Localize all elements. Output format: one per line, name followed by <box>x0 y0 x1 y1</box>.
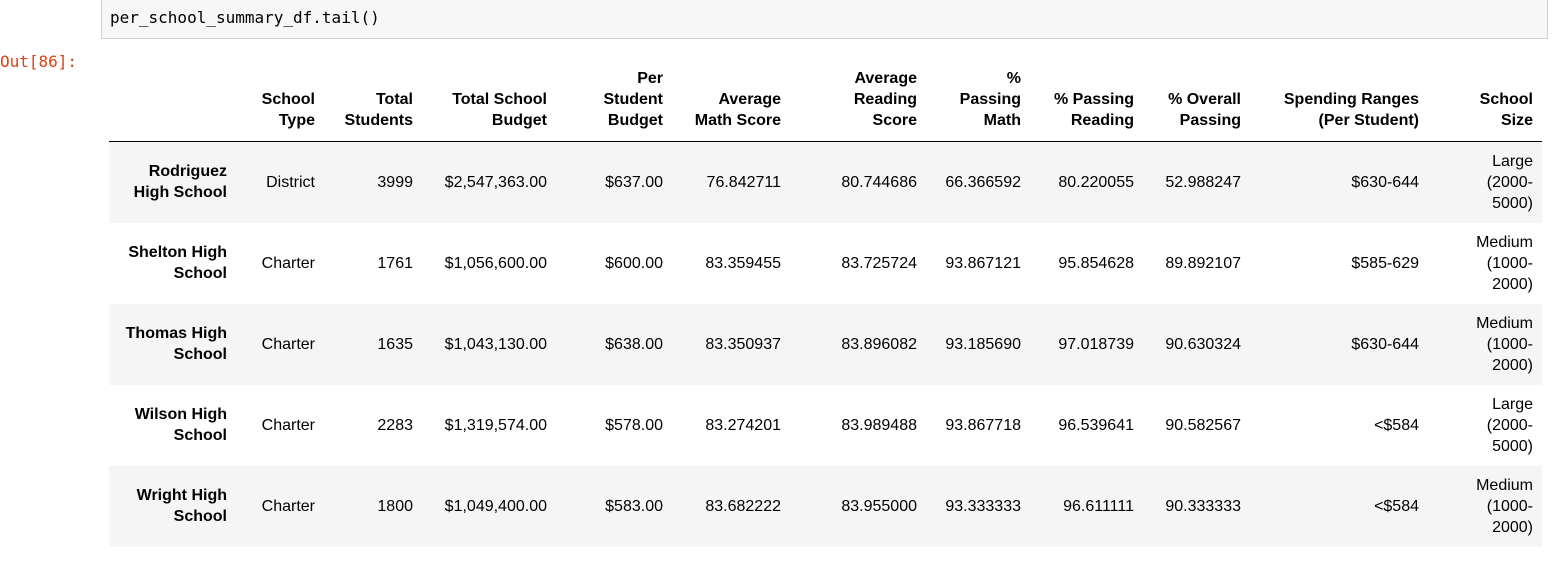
cell-avg-math: 83.274201 <box>705 416 781 434</box>
cell-pct-reading: 96.611111 <box>1063 497 1134 515</box>
cell-school-type: District <box>266 173 315 191</box>
cell-pct-math: 93.867718 <box>945 416 1021 434</box>
col-header-label: Per Student Budget <box>603 70 663 129</box>
row-index: Wilson High School <box>134 406 227 444</box>
cell-total-students: 1761 <box>377 254 413 272</box>
cell-school-type: Charter <box>261 335 315 353</box>
col-header-label: School Type <box>261 91 315 129</box>
header-row: School Type Total Students Total School … <box>109 68 1542 142</box>
col-header-label: School Size <box>1479 91 1533 129</box>
cell-per-student-budget: $578.00 <box>605 416 663 434</box>
cell-pct-reading: 96.539641 <box>1058 416 1134 434</box>
cell-pct-math: 93.333333 <box>945 497 1021 515</box>
row-index: Rodriguez High School <box>133 163 227 202</box>
cell-total-budget: $1,319,574.00 <box>444 416 547 434</box>
cell-per-student-budget: $638.00 <box>605 335 663 353</box>
table-row: Thomas High School Charter 1635 $1,043,1… <box>109 303 1542 385</box>
cell-total-students: 3999 <box>377 173 413 191</box>
cell-avg-reading: 83.896082 <box>841 335 917 353</box>
cell-pct-overall: 89.892107 <box>1165 254 1241 272</box>
cell-school-type: Charter <box>261 254 315 272</box>
cell-school-size-text: Large (2000-5000) <box>1486 395 1533 455</box>
table-row: Wilson High School Charter 2283 $1,319,5… <box>109 385 1542 466</box>
cell-total-budget: $1,049,400.00 <box>444 497 547 515</box>
cell-avg-math: 83.359455 <box>705 254 781 272</box>
cell-spending-range: $630-644 <box>1351 173 1419 191</box>
cell-school-size-text: Medium (1000-2000) <box>1476 314 1533 374</box>
row-index: Thomas High School <box>125 325 227 363</box>
col-header-label: Total Students <box>344 91 413 129</box>
col-header-school-type: School Type <box>236 68 324 142</box>
cell-avg-reading: 83.989488 <box>841 416 917 434</box>
col-header-school-size: School Size <box>1428 68 1542 142</box>
cell-total-students: 1635 <box>377 335 413 353</box>
cell-school-type: Charter <box>261 416 315 434</box>
summary-table: School Type Total Students Total School … <box>109 68 1542 547</box>
cell-avg-reading: 83.725724 <box>841 254 917 272</box>
col-header-total-students: Total Students <box>324 68 422 142</box>
col-header-spending-ranges: Spending Ranges (Per Student) <box>1250 68 1428 142</box>
cell-pct-overall: 90.630324 <box>1165 335 1241 353</box>
cell-total-students: 2283 <box>377 416 413 434</box>
col-header-label: Total School Budget <box>452 91 547 129</box>
cell-school-type: Charter <box>261 497 315 515</box>
cell-school-size: Medium (1000-2000) <box>1428 223 1542 304</box>
cell-per-student-budget: $600.00 <box>605 254 663 272</box>
cell-pct-reading: 80.220055 <box>1058 173 1134 191</box>
col-header-total-budget: Total School Budget <box>422 68 556 142</box>
cell-school-size-text: Medium (1000-2000) <box>1476 233 1533 293</box>
cell-pct-math: 93.867121 <box>945 254 1021 272</box>
cell-school-size: Large (2000-5000) <box>1428 385 1542 466</box>
row-index: Shelton High School <box>128 244 227 282</box>
cell-pct-math: 66.366592 <box>945 173 1021 191</box>
cell-total-budget: $2,547,363.00 <box>444 173 547 191</box>
col-header-pct-overall: % Overall Passing <box>1143 68 1250 142</box>
code-text[interactable]: per_school_summary_df.tail() <box>110 8 380 27</box>
col-header-label: Average Reading Score <box>853 70 917 129</box>
cell-pct-overall: 90.582567 <box>1165 416 1241 434</box>
cell-total-budget: $1,056,600.00 <box>444 254 547 272</box>
cell-pct-reading: 97.018739 <box>1058 335 1134 353</box>
cell-avg-math: 83.350937 <box>705 335 781 353</box>
table-row: Wright High School Charter 1800 $1,049,4… <box>109 465 1542 547</box>
cell-avg-reading: 83.955000 <box>841 497 917 515</box>
cell-school-size: Medium (1000-2000) <box>1428 466 1542 547</box>
cell-avg-math: 76.842711 <box>706 173 781 191</box>
cell-school-size: Large (2000-5000) <box>1428 142 1542 223</box>
cell-school-size-text: Medium (1000-2000) <box>1476 476 1533 536</box>
cell-pct-overall: 90.333333 <box>1165 497 1241 515</box>
cell-avg-math: 83.682222 <box>705 497 781 515</box>
cell-school-size: Medium (1000-2000) <box>1428 304 1542 385</box>
row-index: Wright High School <box>136 487 227 525</box>
cell-per-student-budget: $583.00 <box>605 497 663 515</box>
output-prompt: Out[86]: <box>0 52 78 71</box>
col-header-per-student-budget: Per Student Budget <box>556 68 672 142</box>
col-header-label: Spending Ranges (Per Student) <box>1283 91 1419 129</box>
col-header-label: Average Math Score <box>694 91 781 129</box>
cell-pct-math: 93.185690 <box>945 335 1021 353</box>
col-header-label: % Passing Math <box>959 70 1021 129</box>
cell-avg-reading: 80.744686 <box>841 173 917 191</box>
cell-spending-range: <$584 <box>1374 497 1419 515</box>
dataframe-output: School Type Total Students Total School … <box>109 68 1542 547</box>
col-header-pct-math: % Passing Math <box>926 68 1030 142</box>
cell-pct-reading: 95.854628 <box>1058 254 1134 272</box>
cell-per-student-budget: $637.00 <box>605 173 663 191</box>
code-input-cell[interactable]: per_school_summary_df.tail() <box>101 0 1548 39</box>
cell-spending-range: $585-629 <box>1351 254 1419 272</box>
col-header-label: % Passing Reading <box>1053 91 1134 129</box>
col-header-label: % Overall Passing <box>1168 91 1241 129</box>
index-header <box>109 68 236 142</box>
col-header-avg-math: Average Math Score <box>672 68 790 142</box>
cell-pct-overall: 52.988247 <box>1165 173 1241 191</box>
cell-total-students: 1800 <box>377 497 413 515</box>
col-header-avg-reading: Average Reading Score <box>790 68 926 142</box>
cell-total-budget: $1,043,130.00 <box>444 335 547 353</box>
col-header-pct-reading: % Passing Reading <box>1030 68 1143 142</box>
table-row: Shelton High School Charter 1761 $1,056,… <box>109 223 1542 304</box>
table-row: Rodriguez High School District 3999 $2,5… <box>109 141 1542 223</box>
cell-spending-range: $630-644 <box>1351 335 1419 353</box>
cell-school-size-text: Large (2000-5000) <box>1486 152 1533 212</box>
cell-spending-range: <$584 <box>1374 416 1419 434</box>
